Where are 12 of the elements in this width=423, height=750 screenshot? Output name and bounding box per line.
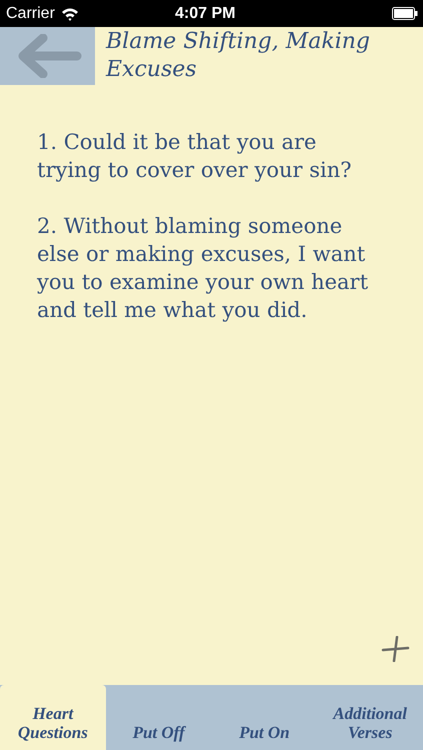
tab[interactable]: Additional Verses [317,685,423,750]
carrier-label: Carrier [6,4,55,24]
question-text: 2. Without blaming someone else or making excuses, I want you to examine your own heart and tell me what you did. [37,213,370,324]
page-title: Blame Shifting, Making Excuses [104,28,371,84]
tab[interactable]: Heart Questions [0,685,106,750]
question-text: 1. Could it be that you are trying to cover over your sin? [37,129,353,184]
tab[interactable]: Put Off [106,685,212,750]
battery-icon [392,7,418,20]
add-icon[interactable] [380,636,410,662]
clock-label: 4:07 PM [175,4,236,24]
wifi-icon [60,6,79,20]
tab[interactable]: Put On [212,685,318,750]
